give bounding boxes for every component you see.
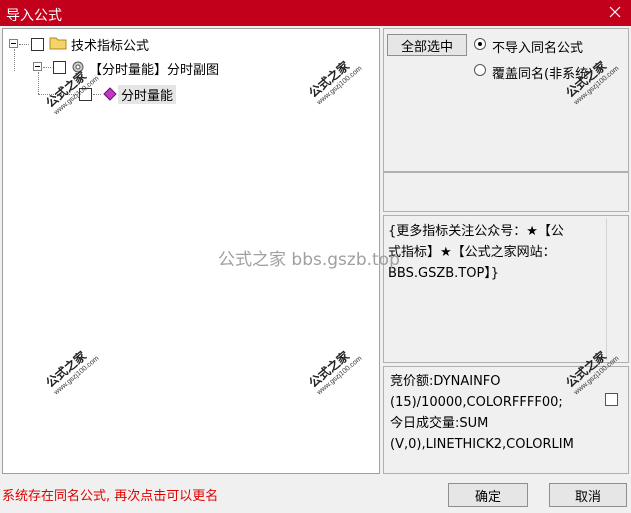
formula-icon: [103, 87, 117, 105]
root-checkbox[interactable]: [31, 38, 44, 51]
empty-info-box: [383, 172, 629, 212]
tree-root-label[interactable]: 技术指标公式: [71, 35, 149, 54]
code-checkbox[interactable]: [605, 393, 618, 406]
window-title: 导入公式: [6, 8, 62, 24]
folder-icon: [49, 36, 67, 54]
group-checkbox[interactable]: [53, 61, 66, 74]
code-line: 竞价额:DYNAINFO: [390, 374, 501, 389]
import-options-panel: 全部选中 不导入同名公式 覆盖同名(非系统): [383, 28, 629, 172]
radio-no-import-label: 不导入同名公式: [492, 41, 584, 56]
close-icon[interactable]: [605, 2, 625, 22]
code-line: 今日成交量:SUM: [390, 416, 489, 431]
description-line: BBS.GSZB.TOP】}: [388, 266, 500, 281]
formula-code[interactable]: 竞价额:DYNAINFO (15)/10000,COLORFFFF00; 今日成…: [383, 366, 629, 474]
select-all-button[interactable]: 全部选中: [387, 34, 467, 56]
tree-group-label[interactable]: 【分时量能】分时副图: [89, 59, 219, 78]
ok-button[interactable]: 确定: [448, 483, 528, 507]
center-watermark: 公式之家 bbs.gszb.top: [218, 250, 400, 270]
cancel-button[interactable]: 取消: [549, 483, 627, 507]
radio-selected-icon[interactable]: [474, 38, 486, 50]
radio-overwrite-label: 覆盖同名(非系统): [492, 67, 594, 82]
code-line: (V,0),LINETHICK2,COLORLIM: [390, 437, 574, 452]
tree-connector: [38, 94, 78, 95]
description-line: 式指标】★【公式之家网站：: [388, 245, 556, 260]
code-line: (15)/10000,COLORFFFF00;: [390, 395, 563, 410]
collapse-icon[interactable]: [33, 62, 42, 71]
collapse-icon[interactable]: [9, 39, 18, 48]
tree-connector: [19, 44, 29, 45]
tree-item-label[interactable]: 分时量能: [118, 85, 177, 104]
item-checkbox[interactable]: [79, 88, 92, 101]
tree-connector: [93, 94, 101, 95]
description-scrollbar[interactable]: [606, 218, 626, 360]
tree-connector: [38, 72, 39, 94]
formula-description[interactable]: {更多指标关注公众号：★【公 式指标】★【公式之家网站： BBS.GSZB.TO…: [383, 215, 629, 363]
description-line: {更多指标关注公众号：★【公: [388, 224, 564, 239]
title-bar: 导入公式: [0, 0, 631, 26]
tree-connector: [14, 49, 15, 71]
gear-icon: [71, 60, 85, 78]
radio-unselected-icon[interactable]: [474, 64, 486, 76]
tree-connector: [43, 67, 51, 68]
status-message: 系统存在同名公式, 再次点击可以更名: [2, 489, 219, 504]
